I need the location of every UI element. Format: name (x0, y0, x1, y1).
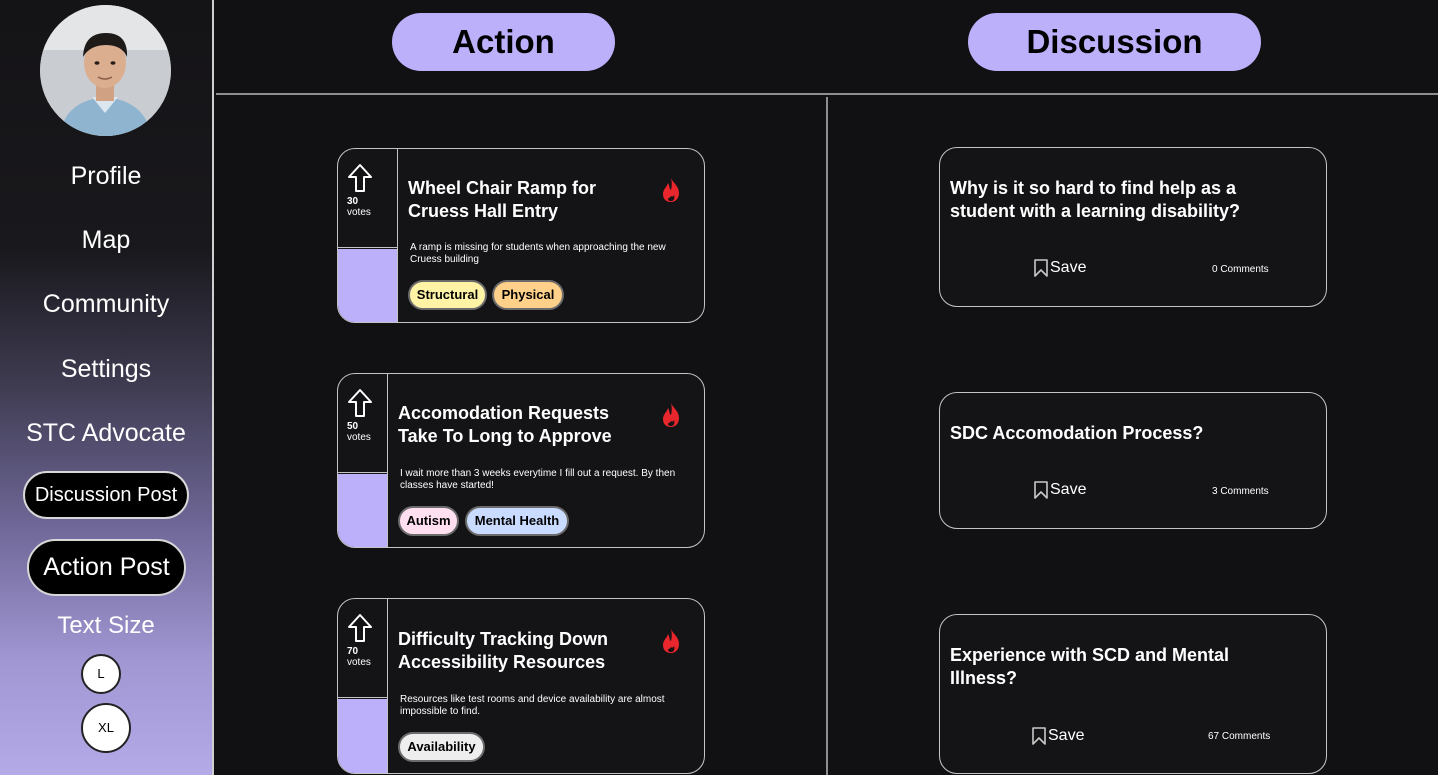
action-title: Difficulty Tracking Down Accessibility R… (398, 629, 609, 672)
action-card[interactable]: 30 votes Wheel Chair Ramp for Cruess Hal… (337, 148, 705, 323)
vote-count: 30 (347, 196, 359, 207)
text-size-label: Text Size (57, 612, 155, 639)
discussion-card[interactable]: Why is it so hard to find help as a stud… (939, 147, 1327, 307)
header: Action Discussion (216, 0, 1438, 95)
avatar-image (40, 5, 171, 136)
upvote-arrow-icon[interactable] (347, 163, 373, 193)
bookmark-icon (1034, 259, 1048, 277)
tag-mental-health[interactable]: Mental Health (465, 506, 569, 536)
save-label: Save (1048, 727, 1085, 744)
tag-autism[interactable]: Autism (398, 506, 459, 536)
flame-icon (663, 403, 679, 427)
comments-count[interactable]: 0 Comments (1212, 264, 1269, 275)
discussion-title: Experience with SCD and Mental Illness? (950, 645, 1230, 688)
bookmark-icon (1034, 481, 1048, 499)
vote-box: 70 votes (338, 599, 387, 698)
save-button[interactable]: Save (1032, 258, 1086, 278)
nav-community[interactable]: Community (0, 290, 212, 319)
comments-count[interactable]: 3 Comments (1212, 486, 1269, 497)
column-divider (826, 97, 828, 775)
discussion-card[interactable]: Experience with SCD and Mental Illness? … (939, 614, 1327, 774)
bookmark-icon (1032, 727, 1046, 745)
action-description: I wait more than 3 weeks everytime I fil… (400, 468, 676, 491)
vote-count: 70 (347, 646, 359, 657)
discussion-card[interactable]: SDC Accomodation Process? Save 3 Comment… (939, 392, 1327, 529)
text-size-l-button[interactable]: L (81, 654, 121, 694)
nav-profile[interactable]: Profile (0, 162, 212, 191)
nav-map[interactable]: Map (0, 226, 212, 255)
votes-label: votes (347, 207, 371, 218)
save-label: Save (1050, 481, 1087, 498)
action-card[interactable]: 50 votes Accomodation Requests Take To L… (337, 373, 705, 548)
action-description: A ramp is missing for students when appr… (410, 242, 666, 265)
action-title: Accomodation Requests Take To Long to Ap… (398, 403, 612, 446)
vote-count: 50 (347, 421, 359, 432)
action-description: Resources like test rooms and device ava… (400, 694, 665, 717)
vote-column: 30 votes (338, 149, 398, 322)
save-label: Save (1050, 259, 1087, 276)
upvote-arrow-icon[interactable] (347, 388, 373, 418)
tab-discussion[interactable]: Discussion (968, 13, 1261, 71)
vote-box: 50 votes (338, 374, 387, 473)
action-title: Wheel Chair Ramp for Cruess Hall Entry (408, 178, 597, 221)
upvote-arrow-icon[interactable] (347, 613, 373, 643)
save-button[interactable]: Save (1030, 726, 1084, 746)
vote-fill (338, 699, 387, 773)
votes-label: votes (347, 657, 371, 668)
tag-structural[interactable]: Structural (408, 280, 487, 310)
vote-fill (338, 249, 397, 322)
discussion-post-button[interactable]: Discussion Post (23, 471, 189, 519)
text-size-xl-button[interactable]: XL (81, 703, 131, 753)
flame-icon (663, 629, 679, 653)
vote-column: 70 votes (338, 599, 388, 773)
avatar[interactable] (40, 5, 171, 136)
nav-settings[interactable]: Settings (0, 355, 212, 384)
discussion-title: SDC Accomodation Process? (950, 423, 1204, 443)
action-post-button[interactable]: Action Post (27, 539, 186, 596)
vote-fill (338, 474, 387, 547)
nav-stc-advocate[interactable]: STC Advocate (0, 419, 212, 448)
discussion-title: Why is it so hard to find help as a stud… (950, 178, 1241, 221)
vote-box: 30 votes (338, 149, 397, 248)
comments-count[interactable]: 67 Comments (1208, 731, 1270, 742)
votes-label: votes (347, 432, 371, 443)
tag-availability[interactable]: Availability (398, 732, 485, 762)
tag-physical[interactable]: Physical (492, 280, 564, 310)
app-root: Profile Map Community Settings STC Advoc… (0, 0, 1438, 775)
sidebar: Profile Map Community Settings STC Advoc… (0, 0, 214, 775)
tab-action[interactable]: Action (392, 13, 615, 71)
flame-icon (663, 178, 679, 202)
action-card[interactable]: 70 votes Difficulty Tracking Down Access… (337, 598, 705, 774)
vote-column: 50 votes (338, 374, 388, 547)
save-button[interactable]: Save (1032, 480, 1086, 500)
